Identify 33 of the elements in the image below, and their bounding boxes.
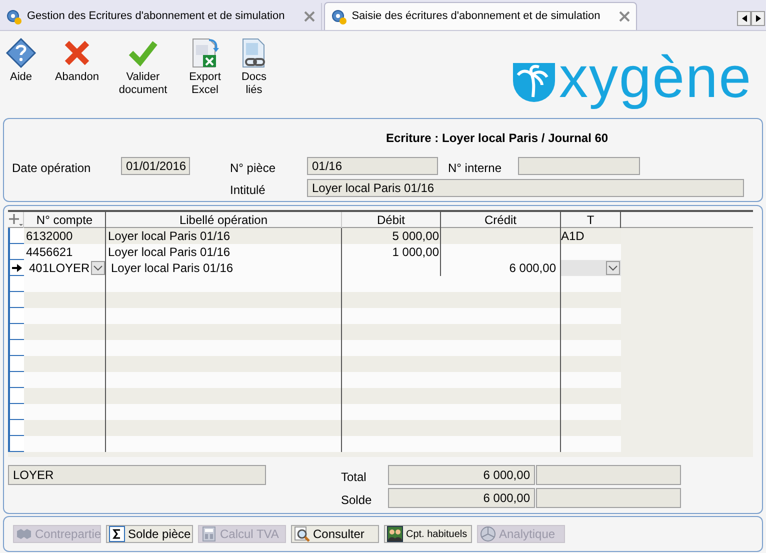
table-cell: 1 000,00 — [392, 245, 439, 259]
action-button[interactable]: Cpt. habituels — [384, 525, 472, 543]
balance-debit-field: 6 000,00 — [388, 488, 535, 508]
table-cell-text: 4456621 — [26, 244, 74, 260]
balance-label: Solde — [341, 492, 372, 509]
piece-number-label: N° pièce — [230, 160, 276, 177]
total-debit-field: 6 000,00 — [388, 465, 535, 485]
total-label: Total — [341, 469, 366, 486]
action-button: Calcul TVA — [198, 525, 286, 543]
internal-number-label: N° interne — [448, 160, 502, 177]
toolbar-button[interactable]: Abandon — [52, 37, 102, 111]
entry-title: Ecriture : Loyer local Paris / Journal 60 — [386, 130, 608, 147]
action-button[interactable]: Consulter — [291, 525, 379, 543]
account-name-field: LOYER — [8, 465, 266, 485]
date-label: Date opération — [12, 160, 91, 177]
table-cell-text: 6132000 — [26, 228, 74, 244]
title-label: Intitulé — [230, 182, 266, 199]
action-button: Analytique — [477, 525, 565, 543]
action-button[interactable]: Solde pièce — [106, 525, 193, 543]
table-cell: 5 000,00 — [392, 229, 439, 243]
toolbar-button[interactable]: Docs liés — [234, 37, 274, 111]
toolbar-button[interactable]: Valider document — [114, 37, 172, 111]
table-cell: A1D — [561, 228, 584, 244]
brand-logo: xygène — [558, 49, 752, 107]
piece-number-field[interactable]: 01/16 — [307, 157, 438, 175]
toolbar-button[interactable]: Aide — [2, 37, 40, 111]
tab[interactable]: Saisie des écritures d'abonnement et de simulation — [324, 2, 638, 30]
table-cell-text: 401LOYER — [28, 260, 91, 276]
table-cell: 6 000,00 — [509, 261, 556, 275]
action-button: Contrepartie — [13, 525, 101, 543]
date-field[interactable]: 01/01/2016 — [121, 157, 190, 175]
title-field[interactable]: Loyer local Paris 01/16 — [307, 179, 744, 197]
toolbar-button[interactable]: Export Excel — [182, 37, 228, 111]
